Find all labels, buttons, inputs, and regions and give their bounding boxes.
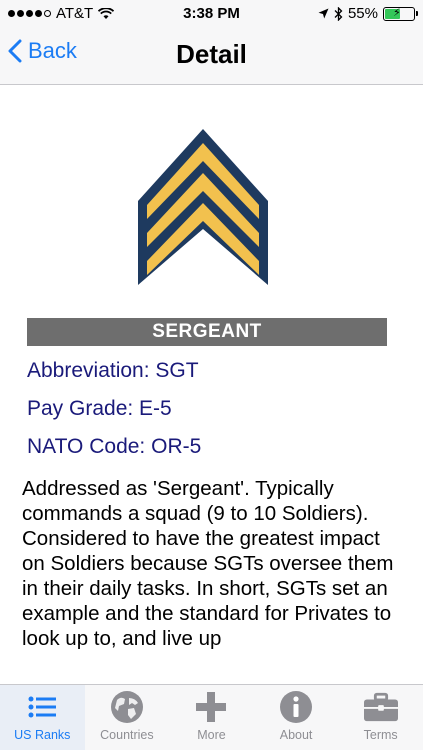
globe-icon bbox=[110, 690, 144, 724]
abbreviation-text: Abbreviation: SGT bbox=[27, 359, 199, 382]
tab-more[interactable]: More bbox=[169, 685, 254, 750]
status-bar: AT&T 3:38 PM 55% ⚡ bbox=[0, 0, 423, 28]
tab-countries[interactable]: Countries bbox=[85, 685, 170, 750]
tab-about[interactable]: About bbox=[254, 685, 339, 750]
battery-percent: 55% bbox=[347, 5, 378, 22]
tab-label: More bbox=[197, 728, 226, 742]
list-icon bbox=[25, 690, 59, 724]
tab-terms[interactable]: Terms bbox=[338, 685, 423, 750]
tab-bar: US Ranks Countries More About Terms bbox=[0, 684, 423, 750]
rank-description: Addressed as 'Sergeant'. Typically comma… bbox=[22, 477, 394, 650]
location-arrow-icon bbox=[318, 8, 329, 19]
charging-bolt-icon: ⚡ bbox=[393, 6, 401, 19]
tab-label: About bbox=[279, 728, 313, 742]
bluetooth-icon bbox=[334, 6, 343, 21]
sergeant-chevron-insignia bbox=[138, 129, 268, 285]
tab-label: US Ranks bbox=[14, 728, 71, 742]
tab-label: Countries bbox=[100, 728, 154, 742]
detail-content[interactable]: SERGEANT Abbreviation: SGT Pay Grade: E-… bbox=[0, 85, 423, 685]
pay-grade-text: Pay Grade: E-5 bbox=[27, 397, 172, 420]
status-right: 55% ⚡ bbox=[318, 5, 418, 22]
tab-label: Terms bbox=[363, 728, 398, 742]
page-title: Detail bbox=[176, 39, 247, 69]
plus-icon bbox=[194, 690, 228, 724]
rank-name-banner: SERGEANT bbox=[27, 318, 387, 346]
info-icon bbox=[279, 690, 313, 724]
briefcase-icon bbox=[363, 690, 398, 724]
battery-icon: ⚡ bbox=[383, 6, 418, 21]
nato-code-text: NATO Code: OR-5 bbox=[27, 435, 202, 458]
navigation-bar: Back Detail bbox=[0, 28, 423, 85]
tab-us-ranks[interactable]: US Ranks bbox=[0, 685, 85, 750]
